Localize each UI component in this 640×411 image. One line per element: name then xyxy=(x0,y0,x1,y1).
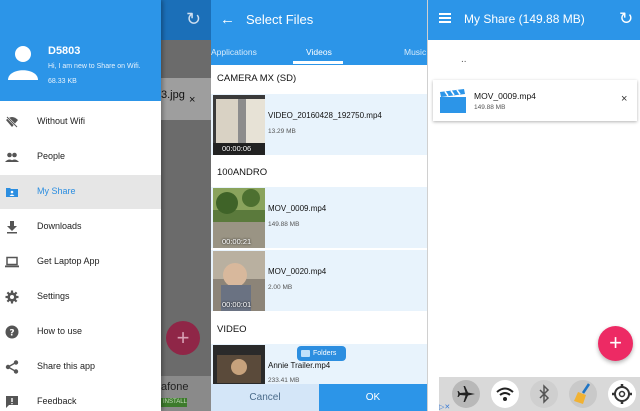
folders-button[interactable]: Folders xyxy=(297,346,346,361)
video-thumbnail: 00:00:06 xyxy=(213,95,265,155)
video-duration: 00:00:01 xyxy=(222,300,252,309)
file-size: 149.88 MB xyxy=(268,221,300,228)
drawer-item-people[interactable]: People xyxy=(0,140,161,174)
drawer-item-downloads[interactable]: Downloads xyxy=(0,210,161,244)
background-ad-banner: afone INSTALL xyxy=(161,376,211,411)
select-files-toolbar: ← Select Files Applications Videos Music xyxy=(211,0,427,65)
user-share-size: 68.33 KB xyxy=(48,78,77,85)
file-name: MOV_0009.mp4 xyxy=(268,204,327,213)
wifi-off-icon xyxy=(6,116,18,128)
download-icon xyxy=(7,221,17,234)
section-header-label: VIDEO xyxy=(217,324,247,335)
gear-icon xyxy=(5,290,19,304)
drawer-item-label: People xyxy=(37,151,66,161)
drawer-item-label: Downloads xyxy=(37,221,82,231)
add-file-button[interactable]: + xyxy=(598,326,633,361)
tab-videos[interactable]: Videos xyxy=(306,47,332,57)
background-close-icon: × xyxy=(189,94,196,106)
back-arrow-icon[interactable]: ← xyxy=(220,11,235,28)
drawer-item-get-laptop-app[interactable]: Get Laptop App xyxy=(0,245,161,279)
tab-applications[interactable]: Applications xyxy=(211,47,257,57)
video-duration: 00:00:21 xyxy=(222,237,252,246)
folder-icon xyxy=(301,350,310,357)
svg-text:?: ? xyxy=(9,329,14,339)
drawer-item-without-wifi[interactable]: Without Wifi xyxy=(0,105,161,139)
section-header-label: 100ANDRO xyxy=(217,167,268,178)
drawer-item-label: Without Wifi xyxy=(37,116,86,126)
ok-button[interactable]: OK xyxy=(319,384,427,411)
drawer-item-my-share[interactable]: My Share xyxy=(0,175,161,209)
cancel-button[interactable]: Cancel xyxy=(211,384,319,411)
my-share-screen: My Share (149.88 MB) ↻ .. MOV_0009.mp4 1… xyxy=(427,0,640,411)
bluetooth-icon xyxy=(530,380,558,408)
drawer-item-label: My Share xyxy=(37,186,76,196)
file-size: 13.29 MB xyxy=(268,128,296,135)
settings-gear-icon xyxy=(608,380,636,408)
feedback-icon xyxy=(6,396,18,408)
file-size: 2.00 MB xyxy=(268,284,293,291)
drawer-item-share-this-app[interactable]: Share this app xyxy=(0,350,161,384)
menu-icon[interactable] xyxy=(439,13,451,23)
drawer-item-label: Get Laptop App xyxy=(37,256,100,266)
ad-banner[interactable]: ▷✕ xyxy=(439,377,640,411)
file-name: MOV_0020.mp4 xyxy=(268,267,327,276)
shared-file-item[interactable]: MOV_0009.mp4 149.88 MB × xyxy=(433,80,637,121)
file-row[interactable]: 00:00:21 MOV_0009.mp4 149.88 MB xyxy=(211,187,427,249)
page-title: Select Files xyxy=(246,12,314,27)
avatar-icon[interactable] xyxy=(7,43,39,81)
page-title: My Share (149.88 MB) xyxy=(464,12,585,26)
ad-choices-icon[interactable]: ▷✕ xyxy=(439,403,450,411)
background-refresh-icon: ↻ xyxy=(186,9,202,29)
drawer-item-label: Feedback xyxy=(37,396,77,406)
drawer-item-feedback[interactable]: Feedback xyxy=(0,385,161,411)
section-header: CAMERA MX (SD) xyxy=(211,67,427,89)
file-name: VIDEO_20160428_192750.mp4 xyxy=(268,111,382,120)
cleaner-broom-icon xyxy=(569,380,597,408)
user-status: Hi, I am new to Share on Wifi. xyxy=(48,63,141,70)
background-ad-text: afone xyxy=(161,381,189,393)
select-files-screen: ← Select Files Applications Videos Music… xyxy=(211,0,427,411)
background-file-card: 3.jpg × xyxy=(161,78,211,120)
drawer-item-label: How to use xyxy=(37,326,83,336)
drawer-item-label: Share this app xyxy=(37,361,96,371)
help-icon: ? xyxy=(5,325,19,339)
background-install-badge: INSTALL xyxy=(161,398,187,407)
refresh-icon[interactable]: ↻ xyxy=(619,9,633,29)
background-file-name: 3.jpg xyxy=(161,89,185,101)
file-size: 233.41 MB xyxy=(268,377,300,384)
file-name: Annie Trailer.mp4 xyxy=(268,361,331,370)
drawer-header: D5803 Hi, I am new to Share on Wifi. 68.… xyxy=(0,0,161,101)
parent-directory[interactable]: .. xyxy=(461,54,467,65)
background-add-button: + xyxy=(166,321,200,355)
section-header-label: CAMERA MX (SD) xyxy=(217,73,297,84)
share-icon xyxy=(5,360,19,374)
video-thumbnail: 00:00:21 xyxy=(213,188,265,248)
drawer-panel: D5803 Hi, I am new to Share on Wifi. 68.… xyxy=(0,0,161,411)
navigation-drawer-screen: ↻ 3.jpg × + afone INSTALL D5803 Hi, I am… xyxy=(0,0,211,411)
laptop-icon xyxy=(5,256,19,268)
airplane-mode-icon xyxy=(452,380,480,408)
people-icon xyxy=(5,152,19,162)
tab-music[interactable]: Music xyxy=(404,47,426,57)
video-file-icon xyxy=(440,89,466,113)
video-duration: 00:00:06 xyxy=(222,144,252,153)
wifi-icon xyxy=(491,380,519,408)
tab-indicator xyxy=(293,61,343,64)
folders-label: Folders xyxy=(313,350,337,357)
drawer-item-settings[interactable]: Settings xyxy=(0,280,161,314)
shared-file-name: MOV_0009.mp4 xyxy=(474,91,536,101)
shared-file-size: 149.88 MB xyxy=(474,104,506,111)
my-share-toolbar: My Share (149.88 MB) ↻ xyxy=(428,0,640,40)
user-name: D5803 xyxy=(48,45,81,57)
drawer-item-label: Settings xyxy=(37,291,70,301)
section-header: 100ANDRO xyxy=(211,161,427,183)
section-header: VIDEO xyxy=(211,318,427,340)
drawer-item-how-to-use[interactable]: ? How to use xyxy=(0,315,161,349)
file-row[interactable]: 00:00:01 MOV_0020.mp4 2.00 MB xyxy=(211,250,427,312)
remove-file-icon[interactable]: × xyxy=(621,93,627,105)
my-share-icon xyxy=(6,188,18,197)
file-row[interactable]: 00:00:06 VIDEO_20160428_192750.mp4 13.29… xyxy=(211,94,427,156)
video-thumbnail: 00:00:01 xyxy=(213,251,265,311)
